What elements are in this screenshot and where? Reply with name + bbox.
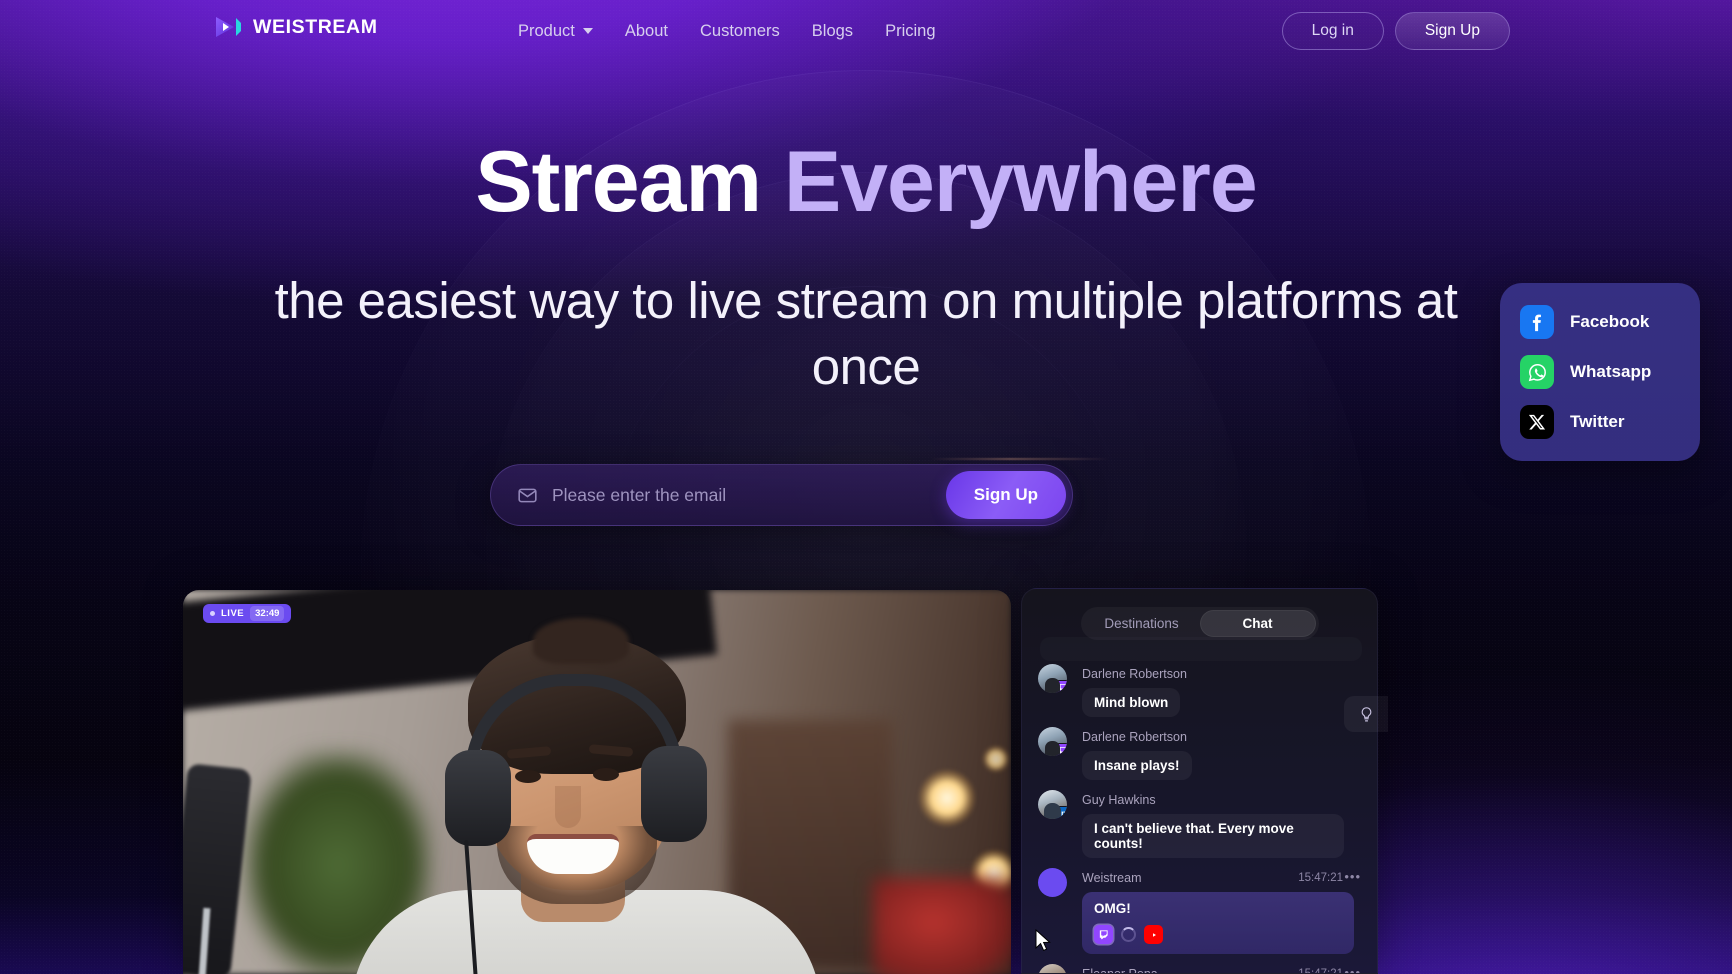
avatar [1038, 964, 1067, 973]
chat-author: Guy Hawkins [1082, 792, 1156, 807]
lightbulb-icon [1361, 706, 1371, 721]
chat-panel-divider [1040, 637, 1362, 661]
nav-item-about[interactable]: About [625, 16, 668, 46]
social-item-whatsapp-label: Whatsapp [1570, 362, 1652, 381]
chat-message: in Guy Hawkins I can't believe that. Eve… [1038, 790, 1361, 858]
chat-message-header: Eleanor Pena 15:47:21 ••• [1038, 964, 1361, 974]
live-label: LIVE [221, 608, 245, 619]
chat-message: Eleanor Pena 15:47:21 ••• [1038, 964, 1361, 974]
chat-bubble: OMG! [1082, 892, 1354, 954]
social-item-whatsapp[interactable]: Whatsapp [1520, 355, 1680, 389]
chat-tab-group: Destinations Chat [1080, 607, 1319, 640]
avatar [1038, 868, 1067, 897]
avatar [1038, 727, 1067, 756]
headphone-cup-right [641, 746, 707, 842]
chevron-down-icon [582, 28, 593, 34]
chat-message-header: Darlene Robertson [1038, 664, 1361, 693]
hero-subtitle: the easiest way to live stream on multip… [274, 272, 1458, 396]
twitch-badge-icon [1055, 743, 1067, 756]
chat-message: Darlene Robertson Insane plays! [1038, 727, 1361, 780]
chat-author: Darlene Robertson [1082, 729, 1187, 744]
tab-destinations[interactable]: Destinations [1084, 610, 1200, 637]
chat-message-list[interactable]: Darlene Robertson Mind blown Darlene Rob… [1022, 661, 1377, 973]
social-item-facebook[interactable]: Facebook [1520, 305, 1680, 339]
youtube-dest-icon[interactable] [1144, 925, 1163, 944]
twitch-badge-icon [1055, 680, 1067, 693]
signup-button-form[interactable]: Sign Up [945, 471, 1066, 519]
chat-bubble: Insane plays! [1082, 751, 1192, 780]
streamer-smile [527, 834, 619, 874]
chat-message-header: Weistream 15:47:21 ••• [1038, 868, 1361, 897]
whatsapp-icon [1520, 355, 1554, 389]
email-signup-form: Sign Up [490, 464, 1073, 526]
linkedin-badge-icon: in [1055, 806, 1067, 819]
hero-title-part1: Stream [475, 134, 784, 230]
chat-author: Weistream [1082, 870, 1142, 885]
social-item-twitter[interactable]: Twitter [1520, 405, 1680, 439]
twitch-dest-icon[interactable] [1094, 925, 1113, 944]
chat-message-header: Darlene Robertson [1038, 727, 1361, 756]
facebook-icon [1520, 305, 1554, 339]
more-options-icon[interactable]: ••• [1344, 966, 1361, 973]
nav-item-product[interactable]: Product [518, 16, 593, 46]
nav-item-product-label: Product [518, 22, 575, 40]
navbar: WEISTREAM Product About Customers Blogs … [0, 0, 1732, 62]
streamer-hair-tuft [533, 618, 629, 664]
twitter-x-icon [1520, 405, 1554, 439]
chat-message-header: in Guy Hawkins [1038, 790, 1361, 819]
nav-actions: Log in Sign Up [1281, 12, 1510, 50]
scene-light-1 [919, 770, 975, 826]
social-share-sidebar: Facebook Whatsapp Twitter [1500, 283, 1700, 461]
brand-name: WEISTREAM [253, 15, 378, 38]
avatar: in [1038, 790, 1067, 819]
hero-title-part2: Everywhere [783, 134, 1258, 230]
nav-item-pricing[interactable]: Pricing [885, 16, 935, 46]
chat-bubble: I can't believe that. Every move counts! [1082, 814, 1344, 858]
chat-bubble: Mind blown [1082, 688, 1181, 717]
form-highlight-streak [930, 458, 1110, 460]
nav-item-customers[interactable]: Customers [700, 16, 780, 46]
video-scene [183, 590, 1011, 974]
social-item-facebook-label: Facebook [1570, 312, 1650, 331]
avatar [1038, 664, 1067, 693]
headphone-cup-left [445, 750, 511, 846]
play-logo-icon [216, 17, 241, 37]
nav-links: Product About Customers Blogs Pricing [518, 16, 936, 46]
hint-tab-button[interactable] [1344, 696, 1388, 732]
page-root: WEISTREAM Product About Customers Blogs … [0, 0, 1732, 974]
chat-bubble-text: OMG! [1094, 901, 1131, 916]
more-options-icon[interactable]: ••• [1344, 870, 1361, 883]
envelope-icon [518, 488, 537, 502]
chat-author: Darlene Robertson [1082, 666, 1187, 681]
video-player[interactable]: LIVE 32:49 [183, 590, 1011, 974]
chat-destination-icons [1094, 925, 1342, 944]
scene-chair [873, 878, 1011, 974]
page-title: Stream Everywhere [0, 137, 1732, 227]
live-timer: 32:49 [250, 606, 285, 621]
signup-button-nav[interactable]: Sign Up [1394, 12, 1510, 50]
live-status-badge: LIVE 32:49 [203, 604, 292, 623]
social-item-twitter-label: Twitter [1570, 412, 1625, 431]
loading-spinner-icon [1121, 927, 1136, 942]
chat-message: Weistream 15:47:21 ••• OMG! [1038, 868, 1361, 954]
login-button[interactable]: Log in [1281, 12, 1384, 50]
email-input[interactable] [552, 470, 946, 520]
nav-item-blogs[interactable]: Blogs [812, 16, 853, 46]
chat-panel: Destinations Chat Darlene Robertson Mind… [1021, 588, 1378, 974]
chat-message: Darlene Robertson Mind blown [1038, 664, 1361, 717]
streamer-nose [555, 786, 581, 828]
tab-chat[interactable]: Chat [1199, 610, 1316, 637]
brand-logo[interactable]: WEISTREAM [214, 14, 378, 40]
chat-author: Eleanor Pena [1082, 967, 1158, 974]
live-dot-icon [210, 611, 215, 616]
scene-light-3 [983, 746, 1009, 772]
